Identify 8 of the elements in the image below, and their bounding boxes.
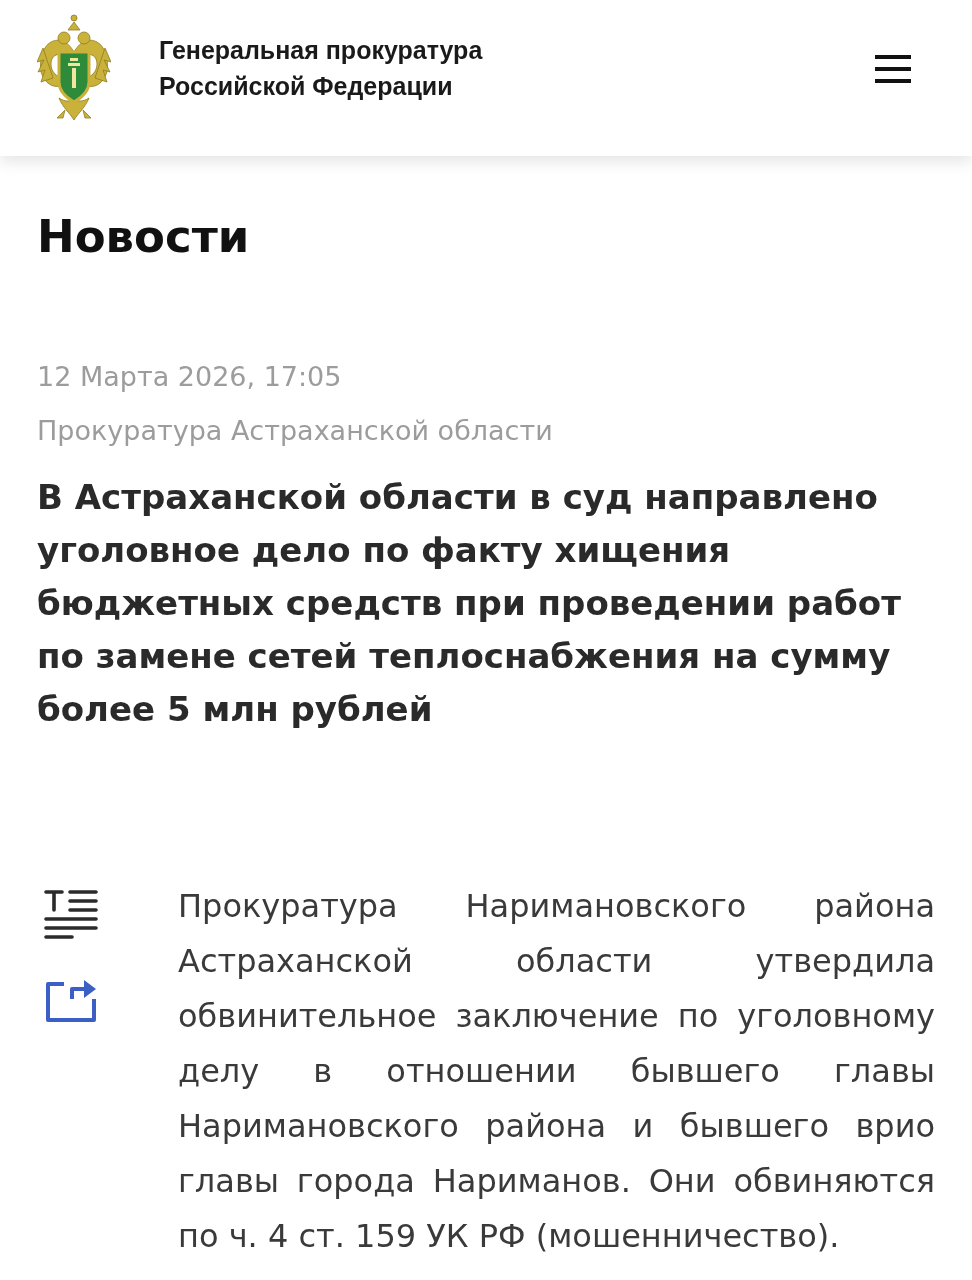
article-headline: В Астраханской области в суд направлено уголовное дело по факту хищения бюджетных средств при проведении работ по замене сетей теплоснабжения на сумму более 5 млн рублей xyxy=(37,476,902,731)
article-source: Прокуратура Астраханской области xyxy=(37,414,554,448)
site-title[interactable]: Генеральная прокуратура Российской Федерации xyxy=(159,32,519,104)
article-body: Прокуратура Наримановского района Астраханской области утвердила обвинительное заключение по уголовному делу в отношении бывшего главы Наримановского района и бывшего врио главы города Нариманов. Они обвиняются по ч. 4 ст. 159 УК РФ (мошенничество). xyxy=(178,886,935,1257)
article-date: 12 Марта 2026, 17:05 xyxy=(37,360,343,394)
text-size-icon[interactable] xyxy=(44,890,98,940)
share-icon[interactable] xyxy=(44,977,98,1023)
page-heading: Новости xyxy=(37,209,251,265)
